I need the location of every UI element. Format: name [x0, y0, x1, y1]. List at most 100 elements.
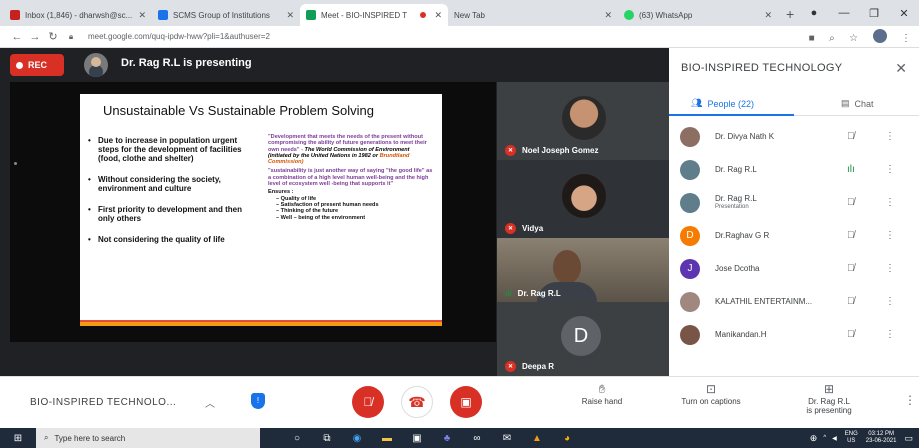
mic-off-icon: 🎙̸ — [847, 296, 855, 307]
mic-off-icon: ✕ — [505, 361, 516, 372]
mic-off-icon: ✕ — [505, 223, 516, 234]
back-icon[interactable]: ← — [8, 31, 26, 43]
participant-tile[interactable]: ✕ Vidya — [497, 160, 669, 238]
camera-off-icon: ▣ — [460, 395, 472, 409]
volume-icon[interactable]: ◀ — [832, 435, 837, 442]
mail-icon[interactable]: ✉ — [492, 433, 522, 444]
raise-hand-button[interactable]: ✋︎ Raise hand — [572, 383, 632, 406]
participant-row[interactable]: Dr. Divya Nath K 🎙̸ ⋮ — [669, 120, 919, 153]
camera-icon[interactable]: ■ — [809, 33, 815, 44]
tab-chat[interactable]: ▤ Chat — [841, 98, 874, 109]
tab-new[interactable]: New Tab ✕ — [448, 4, 618, 26]
leave-call-button[interactable]: ☎ — [401, 386, 433, 418]
more-options-icon[interactable]: ⋮ — [885, 164, 895, 175]
participant-subtitle: Presentation — [715, 203, 749, 210]
maximize-button[interactable]: ❐ — [859, 7, 889, 20]
people-icon: 👥︎ — [691, 98, 703, 108]
profile-avatar[interactable] — [872, 29, 887, 44]
close-panel-icon[interactable]: ✕ — [895, 60, 907, 77]
presentation-slide: Unsustainable Vs Sustainable Problem Sol… — [80, 94, 442, 326]
notifications-icon[interactable]: ▭ — [904, 433, 913, 444]
vlc-icon[interactable]: ▲ — [522, 433, 552, 444]
ensures-item: Well – being of the environment — [268, 215, 434, 221]
side-panel: BIO-INSPIRED TECHNOLOGY ✕ 👥︎ People (22)… — [669, 48, 919, 376]
tab-gmail[interactable]: Inbox (1,846) - dharwsh@sc... ✕ — [4, 4, 152, 26]
presenting-button[interactable]: ⊞ Dr. Rag R.L is presenting — [794, 383, 864, 415]
recording-indicator-icon — [420, 12, 427, 18]
task-view-icon[interactable]: ⧉ — [312, 433, 342, 444]
camera-toggle-button[interactable]: ▣ — [450, 386, 482, 418]
meet-icon — [306, 10, 316, 20]
participant-tile[interactable]: ✕ Noel Joseph Gomez — [497, 82, 669, 160]
new-tab-button[interactable]: + — [786, 6, 794, 22]
active-tab-indicator — [669, 114, 794, 116]
participant-tile-speaking[interactable]: ılı Dr. Rag R.L — [497, 238, 669, 302]
participant-row[interactable]: Dr. Rag R.L Presentation 🎙̸ ⋮ — [669, 186, 919, 219]
tab-whatsapp[interactable]: (63) WhatsApp ✕ — [618, 4, 778, 26]
more-options-icon[interactable]: ⋮ — [885, 230, 895, 241]
windows-start-icon[interactable]: ⊞ — [0, 433, 36, 444]
more-options-icon[interactable]: ⋮ — [885, 197, 895, 208]
shared-screen: Unsustainable Vs Sustainable Problem Sol… — [10, 82, 496, 342]
language-indicator[interactable]: ENG US — [845, 431, 858, 445]
tile-label: ✕ Deepa R — [505, 361, 554, 372]
star-icon[interactable]: ☆ — [849, 33, 858, 44]
link-icon[interactable]: ∞ — [462, 433, 492, 444]
captions-label: Turn on captions — [681, 397, 741, 406]
tray-chevron-icon[interactable]: ^ — [823, 435, 826, 441]
reload-icon[interactable]: ↻ — [44, 30, 62, 43]
close-tab-icon[interactable]: ✕ — [604, 10, 612, 21]
more-options-icon[interactable]: ⋮ — [885, 296, 895, 307]
tab-meet[interactable]: Meet - BIO-INSPIRED T ✕ — [300, 4, 448, 26]
profile-dot-icon[interactable]: ● — [799, 7, 829, 19]
region-label: US — [847, 438, 856, 444]
close-window-button[interactable]: ✕ — [889, 7, 919, 20]
recording-button[interactable]: REC — [10, 54, 64, 76]
meeting-details-name[interactable]: BIO-INSPIRED TECHNOLO... — [30, 397, 176, 408]
url-field[interactable]: meet.google.com/quq-ipdw-hww?pli=1&authu… — [88, 32, 799, 41]
mic-off-icon: 🎙̸ — [847, 131, 855, 142]
participant-row[interactable]: J Jose Dcotha 🎙̸ ⋮ — [669, 252, 919, 285]
zoom-icon[interactable]: ⌕ — [829, 33, 835, 44]
tab-scms[interactable]: SCMS Group of Institutions ✕ — [152, 4, 300, 26]
avatar: J — [680, 258, 700, 279]
cortana-icon[interactable]: ○ — [282, 433, 312, 444]
slide-ensures: Ensures : Quality of life Satisfaction o… — [268, 189, 434, 220]
more-options-icon[interactable]: ⋮ — [885, 131, 895, 142]
participant-row[interactable]: Dr. Rag R.L ılı ⋮ — [669, 153, 919, 186]
participant-row[interactable]: KALATHIL ENTERTAINM... 🎙̸ ⋮ — [669, 285, 919, 318]
more-options-icon[interactable]: ⋮ — [904, 393, 916, 407]
taskbar-search-box[interactable]: ⌕ Type here to search — [36, 428, 260, 448]
captions-button[interactable]: ⊡ Turn on captions — [668, 383, 754, 406]
close-tab-icon[interactable]: ✕ — [138, 10, 146, 21]
participant-tile[interactable]: D ✕ Deepa R — [497, 302, 669, 376]
slide-title: Unsustainable Vs Sustainable Problem Sol… — [103, 103, 374, 118]
presenter-name-label: Dr. Rag R.L — [808, 397, 850, 406]
close-tab-icon[interactable]: ✕ — [286, 10, 294, 21]
clock[interactable]: 03:12 PM 23-06-2021 — [866, 431, 897, 445]
participant-row[interactable]: D Dr.Raghav G R 🎙̸ ⋮ — [669, 219, 919, 252]
close-tab-icon[interactable]: ✕ — [764, 10, 772, 21]
file-explorer-icon[interactable]: ▬ — [372, 433, 402, 444]
shield-icon[interactable]: ! — [251, 393, 265, 409]
raise-hand-label: Raise hand — [581, 397, 623, 406]
teams-icon[interactable]: ♣ — [432, 433, 462, 444]
chrome-icon[interactable]: ◕ — [552, 433, 582, 444]
edge-icon[interactable]: ◉ — [342, 433, 372, 444]
lock-icon[interactable]: 🔒︎ — [62, 32, 80, 42]
tab-people[interactable]: 👥︎ People (22) — [691, 98, 754, 109]
more-options-icon[interactable]: ⋮ — [885, 329, 895, 340]
forward-icon[interactable]: → — [26, 31, 44, 43]
menu-icon[interactable]: ⋮ — [901, 33, 911, 44]
minimize-button[interactable]: — — [829, 7, 859, 19]
participant-row[interactable]: Manikandan.H 🎙̸ ⋮ — [669, 318, 919, 351]
more-options-icon[interactable]: ⋮ — [885, 263, 895, 274]
mic-off-icon: 🎙̸ — [847, 230, 855, 241]
close-tab-icon[interactable]: ✕ — [434, 10, 442, 21]
clock-date: 23-06-2021 — [865, 438, 897, 444]
microphone-toggle-button[interactable]: 🎙̸ — [352, 386, 384, 418]
store-icon[interactable]: ▣ — [402, 433, 432, 444]
presenting-mic-off-icon: 🎙̸ — [847, 197, 855, 208]
chevron-up-icon[interactable]: ︿ — [205, 395, 215, 410]
network-icon[interactable]: ⊕ — [810, 433, 818, 444]
